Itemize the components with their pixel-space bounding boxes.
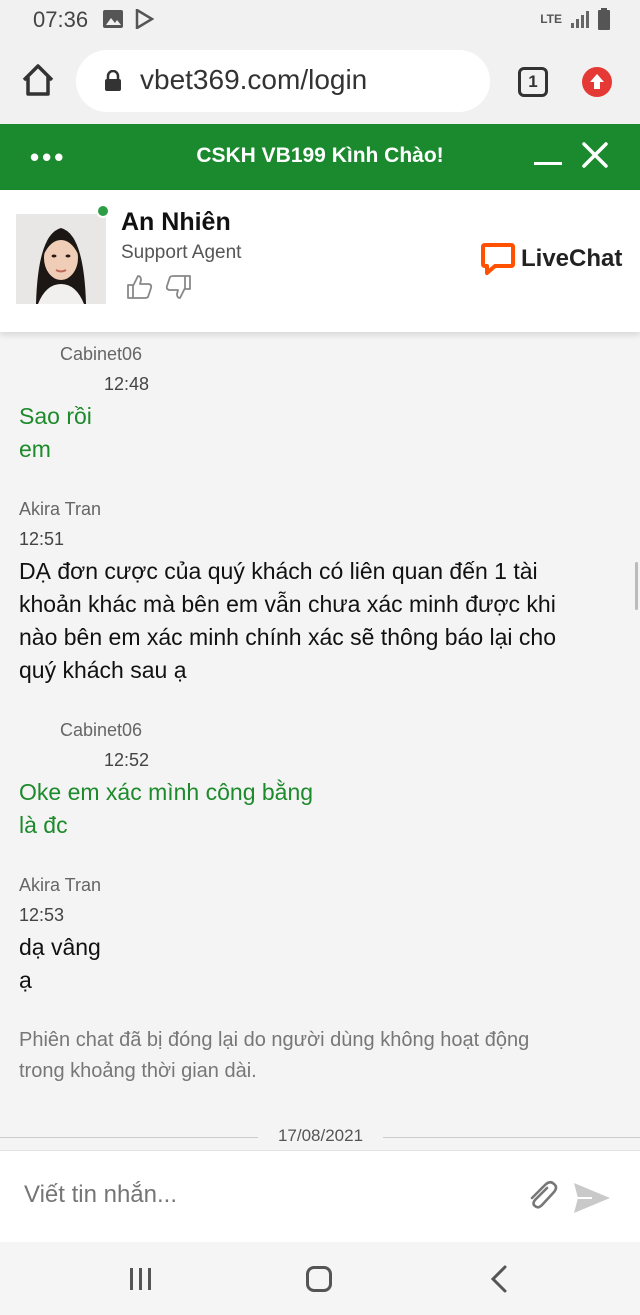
system-nav-bar [0, 1242, 640, 1315]
message-list[interactable]: Cabinet06 12:48 Sao rồi em Akira Tran 12… [0, 332, 640, 1150]
message-time: 12:48 [104, 374, 150, 394]
livechat-logo: LiveChat [481, 242, 622, 276]
livechat-brand: LiveChat [521, 245, 623, 272]
home-button[interactable] [306, 1266, 332, 1292]
chat-header: ••• CSKH VB199 Kình Chào! [0, 124, 640, 190]
agent-name: An Nhiên [121, 208, 231, 236]
browser-toolbar: vbet369.com/login 1 [0, 40, 640, 124]
rating-buttons [126, 274, 192, 300]
message-time: 12:52 [104, 750, 150, 770]
message-time: 12:51 [19, 529, 65, 549]
lock-icon [105, 70, 121, 91]
status-time: 07:36 [33, 7, 89, 32]
thumbs-up-icon[interactable] [126, 274, 154, 300]
message-author: Akira Tran [19, 499, 102, 519]
agent-card: An Nhiên Support Agent LiveChat [0, 190, 640, 332]
status-indicators: LTE [540, 8, 610, 30]
message-author: Cabinet06 [60, 344, 143, 364]
message-text: DẠ đơn cược của quý khách có liên quan đ… [19, 558, 557, 683]
tab-switcher-button[interactable]: 1 [518, 67, 548, 97]
agent-role: Support Agent [121, 242, 242, 263]
scrollbar[interactable] [635, 562, 638, 610]
message-composer [0, 1150, 640, 1242]
message-text: Sao rồi em [19, 403, 92, 462]
thumbs-down-icon[interactable] [164, 274, 192, 300]
signal-icon [571, 11, 589, 28]
livechat-bubble-icon [481, 243, 515, 275]
message-time: 12:53 [19, 905, 65, 925]
play-store-icon [135, 9, 154, 29]
gallery-icon [103, 10, 123, 28]
url-text: vbet369.com/login [140, 64, 368, 95]
home-icon[interactable] [18, 60, 58, 100]
agent-avatar [16, 214, 106, 304]
status-bar: 07:36 LTE [0, 0, 640, 40]
update-icon[interactable] [582, 67, 612, 97]
lte-label: LTE [540, 12, 562, 26]
attachment-icon[interactable] [525, 1179, 559, 1213]
recent-apps-icon[interactable] [128, 1266, 154, 1292]
battery-icon [598, 8, 610, 30]
message-author: Akira Tran [19, 875, 102, 895]
message-text: dạ vâng ạ [19, 934, 101, 993]
system-message: Phiên chat đã bị đóng lại do người dùng … [19, 1029, 530, 1082]
back-icon[interactable] [488, 1264, 510, 1294]
date-label: 17/08/2021 [277, 1126, 364, 1145]
send-icon[interactable] [572, 1181, 612, 1215]
close-icon[interactable] [582, 142, 608, 168]
message-input[interactable] [24, 1181, 504, 1209]
message-author: Cabinet06 [60, 720, 143, 740]
url-bar[interactable]: vbet369.com/login [76, 50, 490, 112]
date-separator: 17/08/2021 [0, 1126, 640, 1148]
minimize-button[interactable] [534, 162, 562, 165]
online-status-dot [96, 204, 110, 218]
message-text: Oke em xác mình công bằng là đc [19, 779, 314, 838]
